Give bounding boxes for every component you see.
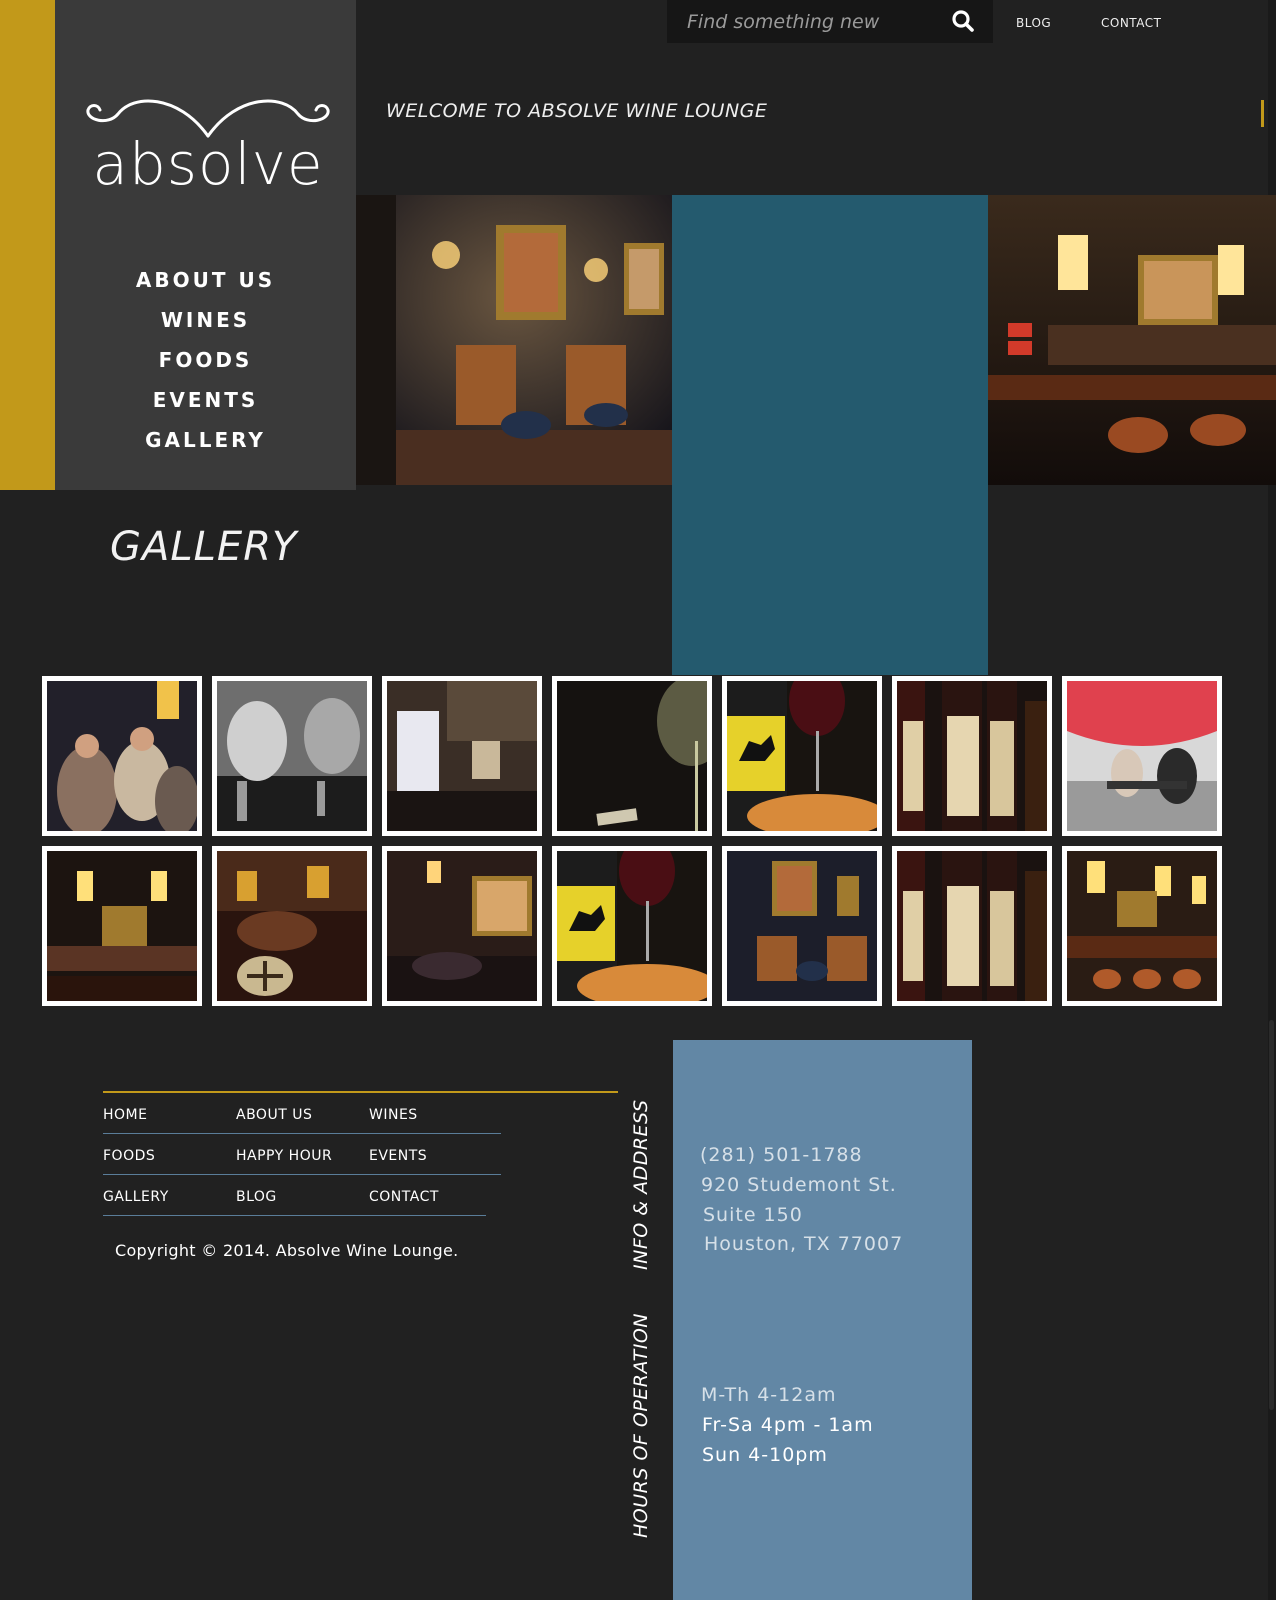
gallery-thumb-wine-glass[interactable] xyxy=(552,676,712,836)
nav-gallery[interactable]: GALLERY xyxy=(55,422,356,462)
gallery-thumb-painting-lounge[interactable] xyxy=(382,846,542,1006)
gallery-thumb-lounge-portraits[interactable] xyxy=(722,846,882,1006)
gallery-thumb-crowd-at-bar[interactable] xyxy=(42,676,202,836)
info-address-heading: INFO & ADDRESS xyxy=(630,1099,652,1270)
address-line: Suite 150 xyxy=(703,1204,803,1226)
gallery-thumb-menu[interactable] xyxy=(382,676,542,836)
copyright-text: Copyright © 2014. Absolve Wine Lounge. xyxy=(115,1241,459,1260)
slider-indicator[interactable] xyxy=(1261,100,1264,127)
phone-number[interactable]: (281) 501-1788 xyxy=(700,1144,863,1166)
gallery-thumb-patio[interactable] xyxy=(1062,676,1222,836)
welcome-heading: WELCOME TO ABSOLVE WINE LOUNGE xyxy=(386,100,768,122)
nav-foods[interactable]: FOODS xyxy=(55,342,356,382)
info-panel: (281) 501-1788 920 Studemont St. Suite 1… xyxy=(673,1040,972,1600)
hero-color-block xyxy=(672,195,988,675)
footer-nav-row: GALLERY BLOG CONTACT xyxy=(103,1175,486,1216)
footer-link-happy-hour[interactable]: HAPPY HOUR xyxy=(236,1148,332,1164)
nav-about-us[interactable]: ABOUT US xyxy=(55,262,356,302)
footer-link-wines[interactable]: WINES xyxy=(369,1107,418,1123)
footer-link-home[interactable]: HOME xyxy=(103,1107,147,1123)
footer-nav-row: HOME ABOUT US WINES xyxy=(103,1093,501,1134)
gallery-thumb-wine-bottles-2[interactable] xyxy=(892,846,1052,1006)
top-link-contact[interactable]: CONTACT xyxy=(1101,16,1161,30)
logo[interactable]: absolve xyxy=(78,98,338,198)
nav-events[interactable]: EVENTS xyxy=(55,382,356,422)
hours-line: Sun 4-10pm xyxy=(702,1444,828,1466)
search-button[interactable] xyxy=(947,6,979,36)
logo-text: absolve xyxy=(92,130,324,198)
footer-link-blog[interactable]: BLOG xyxy=(236,1189,277,1205)
footer-nav-row: FOODS HAPPY HOUR EVENTS xyxy=(103,1134,501,1175)
footer-link-events[interactable]: EVENTS xyxy=(369,1148,427,1164)
hours-heading: HOURS OF OPERATION xyxy=(630,1313,652,1538)
main-nav: ABOUT US WINES FOODS EVENTS GALLERY xyxy=(55,262,356,462)
top-link-blog[interactable]: BLOG xyxy=(1016,16,1051,30)
search-input[interactable] xyxy=(685,6,939,38)
address-line: Houston, TX 77007 xyxy=(704,1233,904,1255)
hours-line: M-Th 4-12am xyxy=(701,1384,837,1406)
gallery-thumb-bw-guests[interactable] xyxy=(212,676,372,836)
gallery-thumb-wine-pizza[interactable] xyxy=(722,676,882,836)
scrollbar-thumb[interactable] xyxy=(1269,1020,1274,1410)
nav-wines[interactable]: WINES xyxy=(55,302,356,342)
search-icon xyxy=(952,10,974,32)
address-line: 920 Studemont St. xyxy=(701,1174,897,1196)
hours-line: Fr-Sa 4pm - 1am xyxy=(702,1414,874,1436)
footer-link-foods[interactable]: FOODS xyxy=(103,1148,155,1164)
footer-link-contact[interactable]: CONTACT xyxy=(369,1189,439,1205)
gallery-thumb-lounge-sofa[interactable] xyxy=(212,846,372,1006)
hero-bar-photo xyxy=(988,195,1276,485)
gallery-title: GALLERY xyxy=(110,524,298,570)
gallery-thumb-wine-bottles[interactable] xyxy=(892,676,1052,836)
footer-link-about-us[interactable]: ABOUT US xyxy=(236,1107,312,1123)
gallery-thumb-wine-pizza-2[interactable] xyxy=(552,846,712,1006)
search-box xyxy=(667,0,993,43)
gallery-thumb-bar-lamps[interactable] xyxy=(42,846,202,1006)
gallery-thumb-bar-counter[interactable] xyxy=(1062,846,1222,1006)
gold-accent-strip xyxy=(0,0,55,490)
footer-link-gallery[interactable]: GALLERY xyxy=(103,1189,169,1205)
hero-lounge-photo xyxy=(356,195,672,485)
